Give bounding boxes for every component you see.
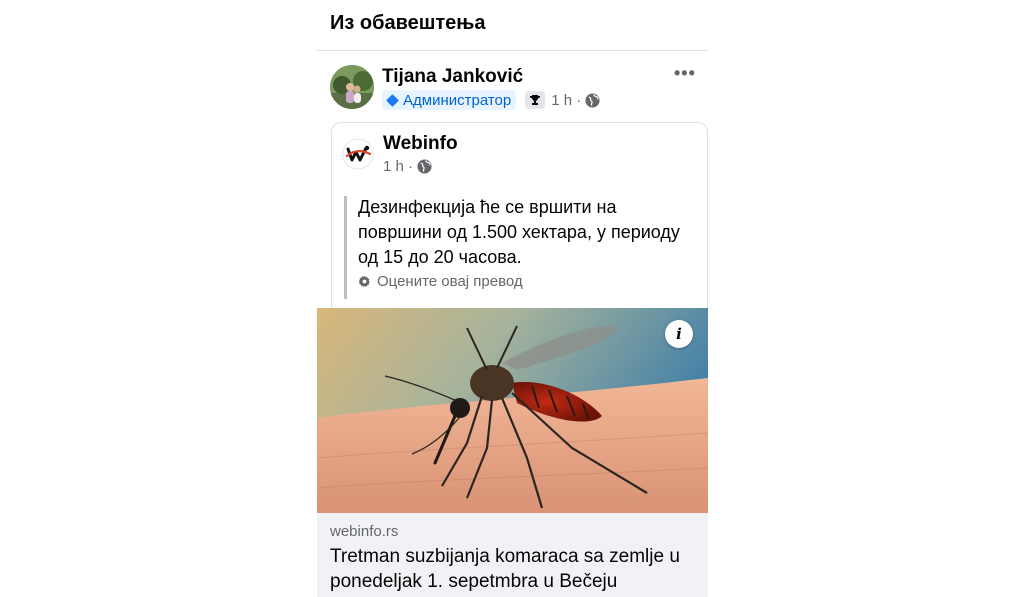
shared-post-meta: 1 h · (383, 158, 432, 175)
mosquito-photo (317, 308, 708, 513)
author-name[interactable]: Tijana Janković (382, 66, 523, 88)
rate-translation-label: Оцените овај превод (377, 273, 523, 290)
section-title: Из обавештења (330, 12, 486, 34)
link-domain: webinfo.rs (330, 523, 399, 540)
webinfo-logo-icon[interactable] (342, 138, 374, 170)
link-footer[interactable]: webinfo.rs Tretman suzbijanja komaraca s… (317, 513, 708, 597)
notification-feed: Из обавештења Tijana Janković Администра… (317, 0, 708, 597)
link-preview-image[interactable]: i (317, 308, 708, 513)
admin-badge[interactable]: Администратор (382, 90, 517, 110)
avatar-photo (330, 65, 374, 109)
post-time[interactable]: 1 h · (551, 92, 581, 109)
translated-post-text: Дезинфекција ће се вршити на површини од… (358, 197, 680, 267)
link-title[interactable]: Tretman suzbijanja komaraca sa zemlje u … (330, 544, 700, 594)
info-button[interactable]: i (665, 320, 693, 348)
trophy-icon[interactable] (525, 91, 546, 109)
gear-icon (358, 275, 370, 287)
shared-post-card[interactable]: Webinfo 1 h · Дезинфекција ће се вршити … (331, 122, 708, 308)
rate-translation-link[interactable]: Оцените овај превод (358, 273, 523, 290)
quote-bar (344, 196, 347, 299)
globe-icon (417, 159, 432, 174)
more-options-button[interactable]: ••• (674, 63, 696, 84)
admin-diamond-icon (386, 93, 399, 107)
post-meta: Администратор 1 h · (382, 90, 600, 110)
shared-page-name[interactable]: Webinfo (383, 133, 458, 155)
globe-icon (585, 92, 600, 108)
divider (317, 50, 708, 51)
shared-post-time[interactable]: 1 h · (383, 158, 413, 175)
admin-badge-label: Администратор (403, 91, 512, 109)
author-avatar[interactable] (330, 65, 374, 109)
